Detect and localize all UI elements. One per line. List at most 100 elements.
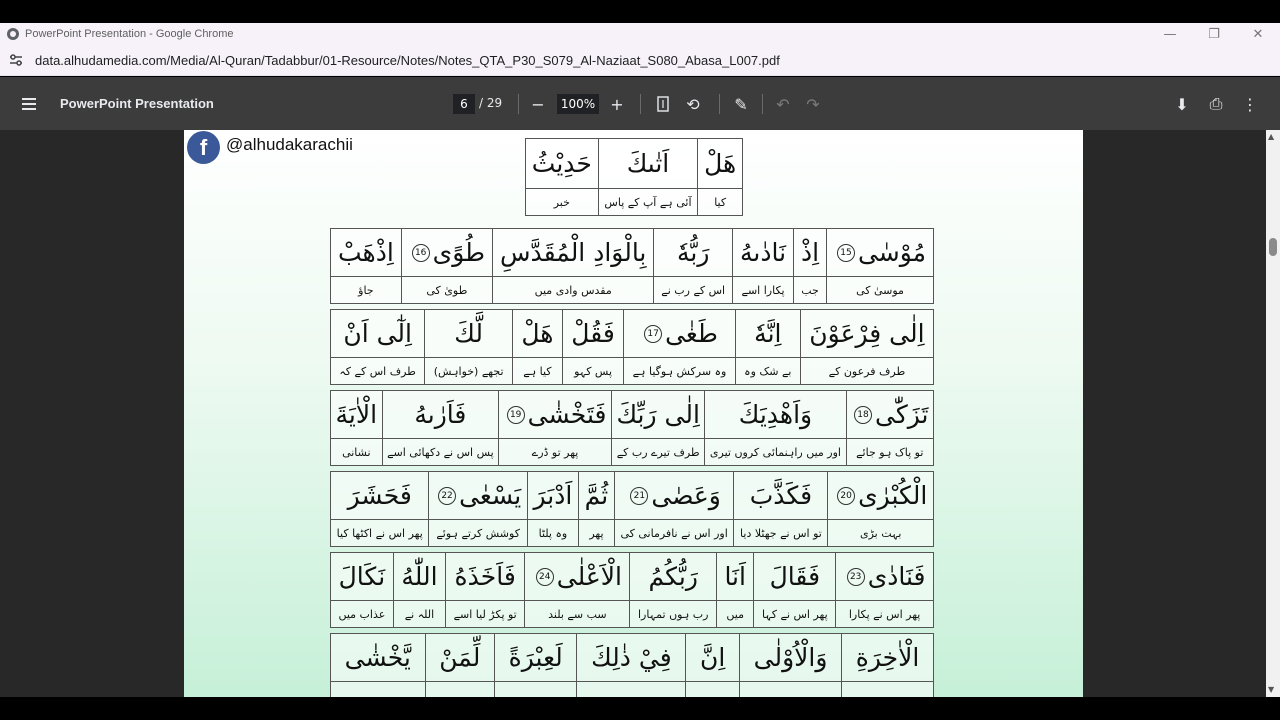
word-table-block: اِلٰى فِرْعَوْنَ طرف فرعون کے اِنَّهٗ بے شک… xyxy=(330,309,934,385)
arabic-text: الْاٰخِرَةِ xyxy=(855,643,920,672)
arabic-word: بِالْوَادِ الْمُقَدَّسِ xyxy=(493,229,654,277)
page-total: / 29 xyxy=(479,96,503,110)
word-cell: اللّٰهُ اللہ نے xyxy=(392,553,446,627)
word-cell: وَاَهْدِيَكَ اور میں راہنمائی کروں تیری xyxy=(704,391,846,465)
urdu-meaning xyxy=(426,682,494,697)
urdu-meaning: طرف تیرے رب کے xyxy=(616,445,700,459)
fit-page-icon[interactable] xyxy=(653,94,673,114)
arabic-text: وَعَصٰى xyxy=(651,481,721,510)
urdu-meaning xyxy=(842,682,933,697)
arabic-text: فَتَخْشٰى xyxy=(527,400,607,429)
close-icon[interactable]: ✕ xyxy=(1236,23,1280,45)
minimize-icon[interactable]: — xyxy=(1148,23,1192,45)
arabic-word: هَلْ xyxy=(512,310,562,358)
arabic-text: بِالْوَادِ الْمُقَدَّسِ xyxy=(499,238,647,267)
urdu-meaning: کیا ہے xyxy=(523,364,552,378)
word-cell: فَقَالَ پھر اس نے کہا xyxy=(753,553,836,627)
arabic-text: فَاَرٰىهُ xyxy=(414,400,467,429)
arabic-word: فَقَالَ xyxy=(754,553,836,601)
arabic-word: وَعَصٰى 21 xyxy=(614,472,734,520)
scrollbar[interactable]: ▲ ▼ xyxy=(1266,130,1280,697)
arabic-word: اَدْبَرَ xyxy=(527,472,578,520)
arabic-text: فِيْ ذٰلِكَ xyxy=(591,643,672,672)
urdu-meaning: آئی ہے آپ کے پاس xyxy=(604,195,692,209)
restore-icon[interactable]: ❐ xyxy=(1192,23,1236,45)
chrome-icon xyxy=(7,28,19,40)
word-cell: اِذْهَبْ جاؤ xyxy=(331,229,401,303)
arabic-word: اَتٰىكَ xyxy=(598,139,698,189)
arabic-text: فَاَخَذَهُ xyxy=(454,562,516,591)
zoom-input[interactable]: 100% xyxy=(557,94,599,114)
word-cell: فَاَخَذَهُ تو پکڑ لیا اسے xyxy=(445,553,525,627)
site-settings-icon[interactable] xyxy=(8,52,24,68)
arabic-text: اَدْبَرَ xyxy=(533,481,573,510)
print-icon[interactable]: ⎙ xyxy=(1206,94,1226,114)
word-cell: فَاَرٰىهُ پس اس نے دکھائی اسے xyxy=(381,391,499,465)
word-cell: اَتٰىكَ آئی ہے آپ کے پاس xyxy=(597,139,698,215)
scrollbar-thumb[interactable] xyxy=(1269,238,1277,256)
word-cell: تَزَكّٰى 18 تو پاک ہو جائے xyxy=(845,391,933,465)
urdu-meaning xyxy=(495,682,576,697)
arabic-word: اللّٰهُ xyxy=(393,553,446,601)
arabic-text: هَلْ xyxy=(521,319,554,348)
word-cell: اَنَا میں xyxy=(715,553,754,627)
zoom-in-icon[interactable]: + xyxy=(607,94,627,114)
word-table-block: تَزَكّٰى 18 تو پاک ہو جائے وَاَهْدِيَكَ اور … xyxy=(330,390,934,466)
word-cell: طُوًى 16 طویٰ کی xyxy=(400,229,492,303)
urdu-meaning: اور اس نے نافرمانی کی xyxy=(620,526,728,540)
arabic-word: الْاٰيَةَ xyxy=(331,391,382,439)
urdu-meaning: میں xyxy=(726,607,744,621)
arabic-text: فَقَالَ xyxy=(769,562,821,591)
arabic-text: الْاٰيَةَ xyxy=(335,400,378,429)
word-cell: حَدِيْثُ خبر xyxy=(525,139,598,215)
facebook-icon: f xyxy=(187,131,220,164)
pdf-viewer[interactable]: f @alhudakarachii هَلْ کیا اَتٰىكَ آئی ہے آ… xyxy=(0,130,1280,697)
word-table-block: مُوْسٰى 15 موسیٰ کی اِذْ جب نَادٰىهُ پکارا اسے… xyxy=(330,228,934,304)
redo-icon[interactable]: ↷ xyxy=(803,94,823,114)
word-cell: لَّكَ تجھے (خواہش) xyxy=(424,310,512,384)
ayah-number: 17 xyxy=(644,324,663,343)
arabic-word: نَادٰىهُ xyxy=(733,229,794,277)
download-icon[interactable]: ⬇ xyxy=(1172,94,1192,114)
word-cell: هَلْ کیا ہے xyxy=(511,310,562,384)
arabic-word: اِذْ xyxy=(794,229,827,277)
zoom-out-icon[interactable]: − xyxy=(528,94,548,114)
rotate-icon[interactable]: ⟲ xyxy=(683,94,703,114)
undo-icon[interactable]: ↶ xyxy=(773,94,793,114)
urdu-meaning xyxy=(331,682,425,697)
urdu-meaning: جب xyxy=(801,283,819,297)
scroll-up-icon[interactable]: ▲ xyxy=(1268,132,1274,141)
word-cell: هَلْ کیا xyxy=(697,139,742,215)
menu-icon[interactable] xyxy=(22,97,42,110)
arabic-word: فَكَذَّبَ xyxy=(734,472,828,520)
arabic-text: الْاَعْلٰى xyxy=(556,562,622,591)
urdu-meaning: پھر تو ڈرے xyxy=(531,445,579,459)
urdu-meaning: تو اس نے جھٹلا دیا xyxy=(740,526,822,540)
arabic-text: اِذْ xyxy=(800,238,820,267)
urdu-meaning: تجھے (خواہش) xyxy=(433,364,504,378)
word-cell: مُوْسٰى 15 موسیٰ کی xyxy=(826,229,933,303)
word-row: الْاٰخِرَةِ وَالْاُوْلٰى اِنَّ فِيْ ذٰلِكَ ل… xyxy=(330,634,933,697)
arabic-word: لَعِبْرَةً xyxy=(494,634,577,682)
arabic-word: هَلْ xyxy=(698,139,742,189)
arabic-word: اَنَا xyxy=(716,553,754,601)
arabic-word: اِلٰٓى اَنْ xyxy=(330,310,425,358)
ayah-number: 23 xyxy=(846,567,865,586)
arabic-text: نَكَالَ xyxy=(338,562,386,591)
annotate-icon[interactable]: ✎ xyxy=(731,94,751,114)
header-word-table: هَلْ کیا اَتٰىكَ آئی ہے آپ کے پاس حَدِيْثُ خب… xyxy=(525,138,743,216)
url-text[interactable]: data.alhudamedia.com/Media/Al-Quran/Tada… xyxy=(35,53,780,68)
bottom-edge xyxy=(0,697,1280,720)
scroll-down-icon[interactable]: ▼ xyxy=(1268,685,1274,694)
arabic-text: نَادٰىهُ xyxy=(740,238,787,267)
more-options-icon[interactable]: ⋮ xyxy=(1240,94,1260,114)
word-row: هَلْ کیا اَتٰىكَ آئی ہے آپ کے پاس حَدِيْثُ خب… xyxy=(525,139,742,215)
arabic-word: تَزَكّٰى 18 xyxy=(846,391,933,439)
arabic-word: الْاَعْلٰى 24 xyxy=(525,553,630,601)
page-number-input[interactable]: 6 xyxy=(453,94,475,114)
arabic-text: طُوًى xyxy=(432,238,486,267)
address-bar[interactable]: data.alhudamedia.com/Media/Al-Quran/Tada… xyxy=(0,45,1280,76)
urdu-meaning: طویٰ کی xyxy=(426,283,468,297)
arabic-text: هَلْ xyxy=(704,149,737,178)
word-cell: وَالْاُوْلٰى xyxy=(738,634,842,697)
